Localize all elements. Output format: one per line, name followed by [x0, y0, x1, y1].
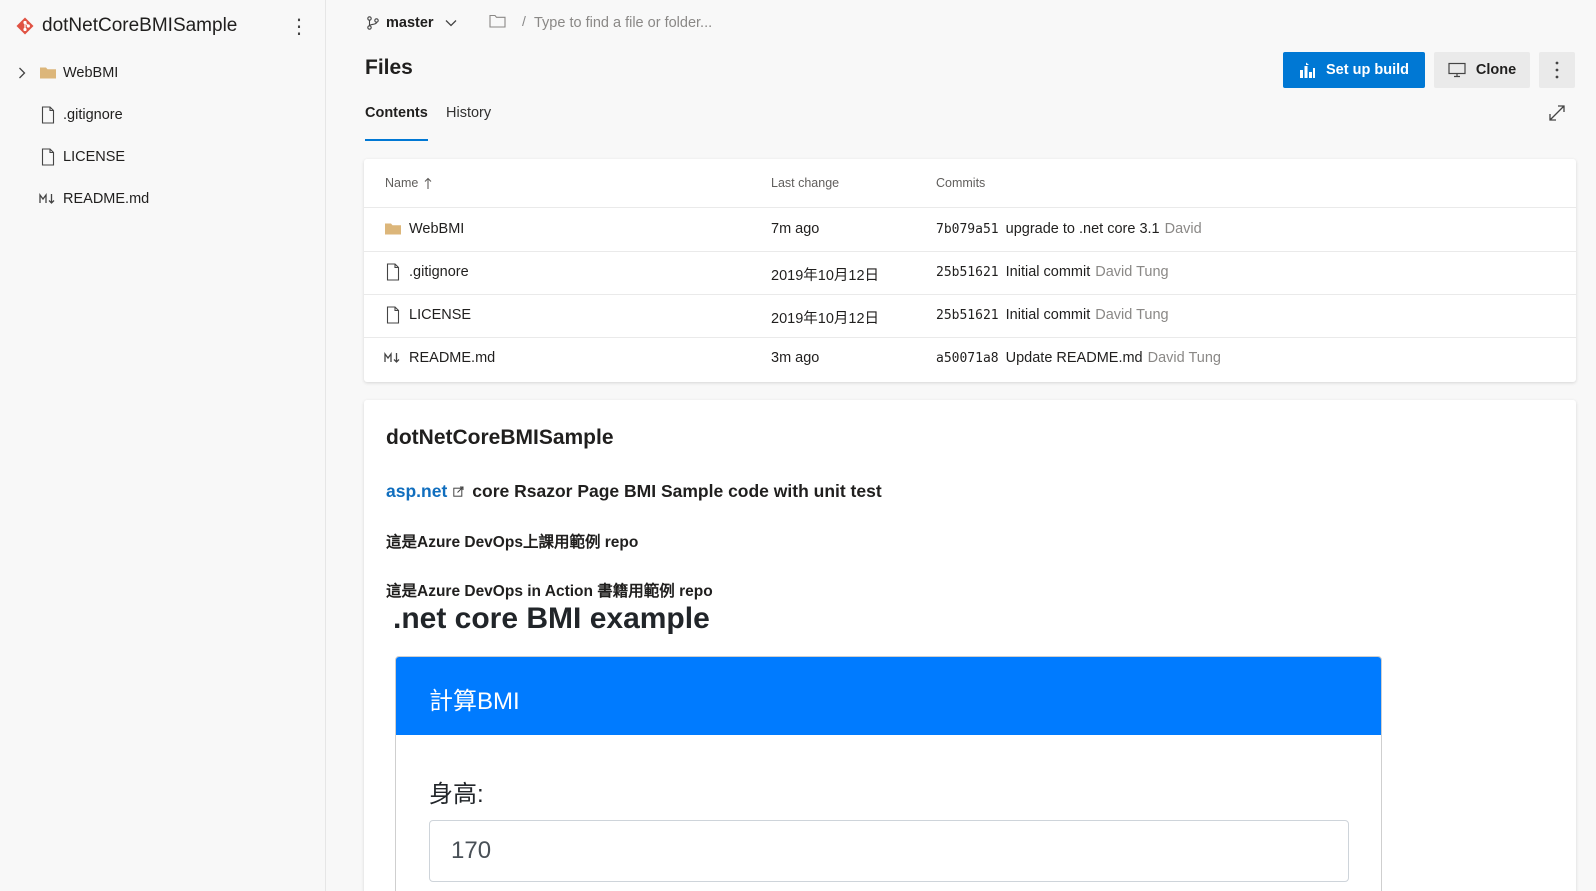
last-change: 3m ago	[771, 350, 820, 366]
commit-hash[interactable]: a50071a8	[936, 351, 999, 366]
tree-item-license[interactable]: LICENSE	[0, 136, 326, 178]
commit-info: 25b51621 Initial commit David Tung	[936, 307, 1169, 323]
last-change: 7m ago	[771, 221, 820, 237]
column-header-commits[interactable]: Commits	[936, 176, 985, 190]
column-header-label: Name	[385, 176, 419, 190]
column-header-name[interactable]: Name	[385, 176, 432, 190]
markdown-icon	[384, 352, 400, 363]
readme-paragraph: 這是Azure DevOps in Action 書籍用範例 repo	[386, 583, 713, 600]
last-change: 2019年10月12日	[771, 311, 880, 327]
table-header: Name Last change Commits	[364, 159, 1576, 208]
sort-ascending-icon	[424, 177, 432, 189]
readme-heading: .net core BMI example	[393, 602, 710, 635]
git-repo-icon	[16, 17, 34, 35]
commit-message: upgrade to .net core 3.1	[1005, 221, 1160, 237]
readme-intro: asp.net core Rsazor Page BMI Sample code…	[386, 481, 882, 502]
file-icon	[41, 106, 55, 124]
tree-item-label: WebBMI	[63, 65, 119, 81]
height-label: 身高:	[429, 781, 484, 808]
branch-selector[interactable]: master	[366, 12, 457, 34]
file-name[interactable]: WebBMI	[409, 221, 464, 237]
last-change: 2019年10月12日	[771, 268, 880, 284]
commit-author: David	[1164, 221, 1202, 237]
commit-author: David Tung	[1147, 350, 1221, 366]
clone-icon	[1448, 62, 1466, 78]
file-icon	[386, 306, 400, 324]
bmi-card-title: 計算BMI	[429, 688, 520, 715]
table-row[interactable]: LICENSE 2019年10月12日 25b51621 Initial com…	[364, 294, 1576, 338]
commit-info: a50071a8 Update README.md David Tung	[936, 350, 1221, 366]
repo-header[interactable]: dotNetCoreBMISample ⋮	[16, 10, 314, 42]
table-row[interactable]: WebBMI 7m ago 7b079a51 upgrade to .net c…	[364, 208, 1576, 252]
readme-preview: dotNetCoreBMISample asp.net core Rsazor …	[364, 400, 1576, 891]
chevron-down-icon	[445, 20, 457, 27]
table-row[interactable]: README.md 3m ago a50071a8 Update README.…	[364, 337, 1576, 381]
path-separator: /	[522, 13, 526, 29]
tree-item-label: LICENSE	[63, 149, 126, 165]
branch-name: master	[386, 15, 434, 31]
file-icon	[41, 148, 55, 166]
height-field[interactable]	[429, 820, 1349, 882]
build-icon	[1300, 62, 1316, 78]
commit-message: Initial commit	[1005, 264, 1091, 280]
readme-title: dotNetCoreBMISample	[386, 426, 614, 449]
external-link-icon	[453, 486, 464, 497]
tree-item-readme[interactable]: README.md	[0, 178, 326, 220]
chevron-right-icon[interactable]	[15, 66, 29, 80]
file-name[interactable]: .gitignore	[409, 264, 469, 280]
commit-hash[interactable]: 7b079a51	[936, 222, 999, 237]
aspnet-link[interactable]: asp.net	[386, 481, 447, 502]
folder-outline-icon[interactable]	[489, 14, 506, 28]
tree-item-label: README.md	[63, 191, 150, 207]
folder-icon	[385, 223, 401, 235]
commit-author: David Tung	[1095, 264, 1169, 280]
commit-info: 7b079a51 upgrade to .net core 3.1 David	[936, 221, 1202, 237]
folder-icon	[40, 67, 56, 79]
top-bar: master /	[326, 0, 1596, 46]
page-title: Files	[365, 56, 413, 79]
table-row[interactable]: .gitignore 2019年10月12日 25b51621 Initial …	[364, 251, 1576, 295]
readme-paragraph: 這是Azure DevOps上課用範例 repo	[386, 534, 639, 551]
commit-author: David Tung	[1095, 307, 1169, 323]
file-icon	[386, 263, 400, 281]
column-header-last-change[interactable]: Last change	[771, 176, 839, 190]
tab-contents[interactable]: Contents	[365, 105, 428, 141]
clone-label: Clone	[1475, 62, 1517, 78]
path-search-input[interactable]	[534, 11, 804, 35]
file-name[interactable]: README.md	[409, 350, 495, 366]
commit-hash[interactable]: 25b51621	[936, 265, 999, 280]
expand-icon[interactable]	[1547, 103, 1567, 123]
markdown-icon	[39, 193, 55, 204]
tree-item-gitignore[interactable]: .gitignore	[0, 94, 326, 136]
readme-intro-text: core Rsazor Page BMI Sample code with un…	[472, 481, 882, 501]
more-options-icon[interactable]: ⋮	[288, 10, 310, 42]
commit-hash[interactable]: 25b51621	[936, 308, 999, 323]
files-table: Name Last change Commits WebBMI 7m ago 7…	[364, 159, 1576, 382]
commit-message: Initial commit	[1005, 307, 1091, 323]
more-actions-button[interactable]	[1539, 52, 1575, 88]
file-name[interactable]: LICENSE	[409, 307, 471, 323]
bmi-card-header: 計算BMI	[396, 657, 1381, 735]
more-vertical-icon	[1555, 61, 1559, 79]
setup-build-button[interactable]: Set up build	[1283, 52, 1425, 88]
setup-build-label: Set up build	[1326, 62, 1409, 78]
commit-message: Update README.md	[1005, 350, 1143, 366]
sidebar: dotNetCoreBMISample ⋮ WebBMI .gitignore	[0, 0, 326, 891]
commit-info: 25b51621 Initial commit David Tung	[936, 264, 1169, 280]
file-tree: WebBMI .gitignore LICENSE README.md	[0, 52, 326, 220]
tree-item-label: .gitignore	[63, 107, 123, 123]
branch-icon	[367, 16, 379, 30]
clone-button[interactable]: Clone	[1434, 52, 1530, 88]
bmi-screenshot-card: 計算BMI 身高:	[395, 656, 1382, 891]
tree-item-webbmi[interactable]: WebBMI	[0, 52, 326, 94]
tab-history[interactable]: History	[446, 105, 491, 141]
repo-name: dotNetCoreBMISample	[42, 15, 238, 36]
